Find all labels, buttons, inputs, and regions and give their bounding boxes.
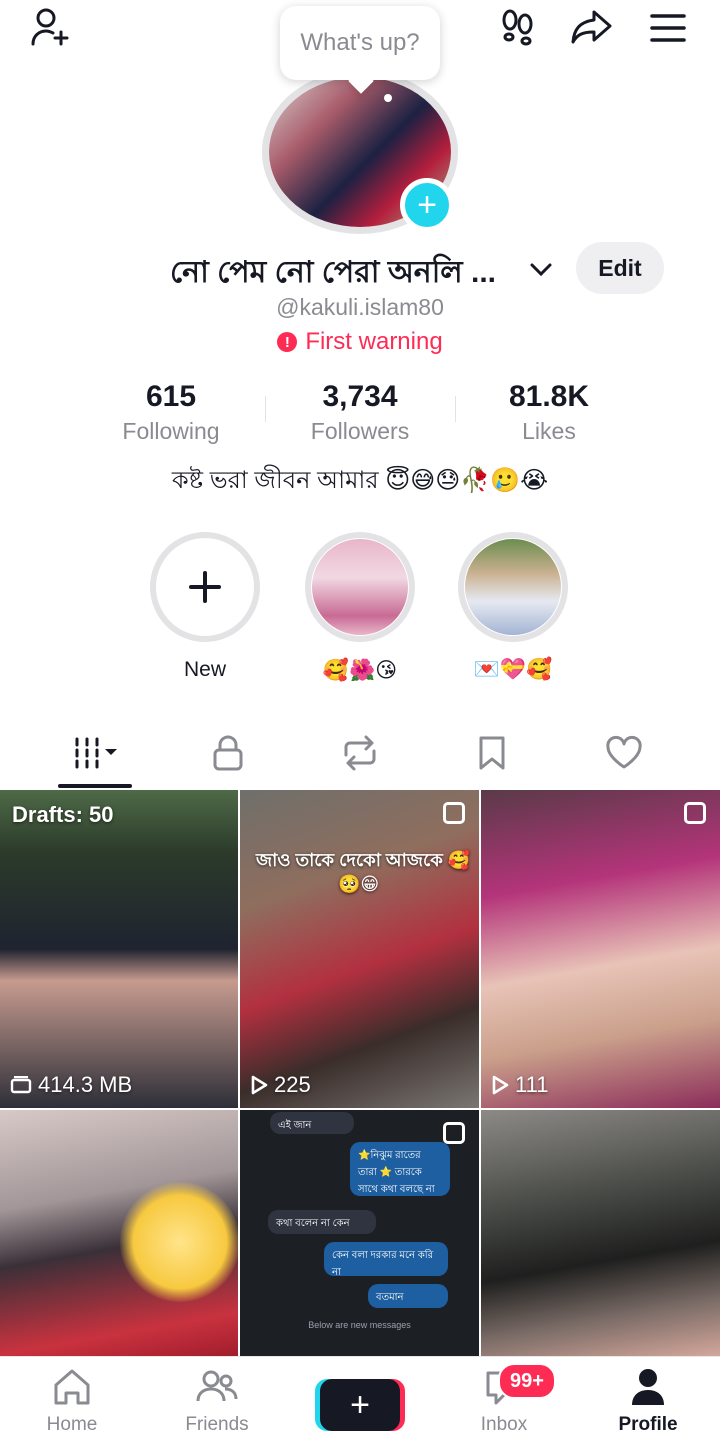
tab-liked[interactable] [594, 728, 654, 778]
nav-friends-label: Friends [185, 1414, 249, 1435]
view-count-text: 225 [274, 1072, 311, 1097]
highlight-new-button[interactable] [150, 532, 260, 642]
nav-friends[interactable]: Friends [157, 1367, 277, 1436]
nav-profile-label: Profile [618, 1414, 678, 1435]
multi-icon [443, 1122, 465, 1144]
profile-icon [632, 1369, 664, 1405]
drafts-size: 414.3 MB [10, 1072, 132, 1098]
following-count: 615 [145, 380, 197, 413]
username: @kakuli.islam80 [276, 294, 444, 320]
stat-following[interactable]: 615 Following [76, 380, 266, 445]
chat-message: ⭐নিঝুম রাতের তারা ⭐ তারকে সাথে কথা বলছে … [350, 1142, 450, 1196]
tab-videos[interactable] [64, 728, 134, 778]
multi-icon [684, 802, 706, 824]
video-thumbnail[interactable]: জাও তাকে দেকো আজকে 🥰 🥺😁 225 [240, 790, 479, 1108]
chevron-down-icon[interactable] [528, 258, 554, 285]
stat-followers[interactable]: 3,734 Followers [265, 380, 455, 445]
followers-label: Followers [310, 418, 410, 444]
nav-home[interactable]: Home [12, 1367, 132, 1436]
highlight-1[interactable] [305, 532, 415, 642]
footprints-icon[interactable] [496, 6, 540, 50]
highlight-label: New [183, 658, 226, 681]
repost-icon [344, 735, 376, 771]
stat-likes[interactable]: 81.8K Likes [454, 380, 644, 445]
plus-icon [189, 571, 221, 603]
video-thumbnail[interactable]: এই জান ⭐নিঝুম রাতের তারা ⭐ তারকে সাথে কথ… [240, 1110, 479, 1356]
warning-text: First warning [305, 328, 443, 355]
likes-label: Likes [522, 418, 576, 444]
nav-inbox-label: Inbox [480, 1414, 528, 1435]
create-button[interactable]: + [320, 1379, 400, 1431]
tab-private[interactable] [198, 728, 258, 778]
edit-button[interactable]: Edit [576, 242, 664, 294]
view-count: 111 [491, 1072, 548, 1098]
bottom-nav: Home Friends + Inbox 99+ Profile [0, 1356, 720, 1445]
warning-icon: ! [277, 332, 298, 352]
home-icon [54, 1369, 90, 1405]
warning-banner[interactable]: ! First warning [0, 328, 720, 356]
nav-home-label: Home [46, 1414, 98, 1435]
highlight-label: 🥰🌺😘 [322, 659, 398, 682]
highlight-2[interactable] [458, 532, 568, 642]
tab-saved[interactable] [462, 728, 522, 778]
share-icon[interactable] [570, 6, 614, 50]
flower-sticker [120, 1182, 238, 1302]
followers-count: 3,734 [322, 380, 398, 413]
video-thumbnail[interactable] [0, 1110, 238, 1356]
likes-count: 81.8K [508, 380, 590, 413]
chat-message: কেন বলা দরকার মনে করি না [324, 1242, 448, 1278]
video-caption: 🥺😁 [338, 874, 380, 894]
following-label: Following [122, 418, 220, 444]
drafts-label: Drafts: 50 [12, 802, 114, 827]
grid-icon [75, 737, 117, 769]
highlight-label: 💌💝🥰 [473, 658, 553, 681]
add-avatar-icon[interactable]: + [400, 178, 454, 232]
tab-reposts[interactable] [330, 728, 390, 778]
profile-name: নো পেম নো পেরা অনলি ... [170, 256, 496, 289]
storage-icon [10, 1076, 32, 1094]
view-count: 225 [250, 1072, 311, 1098]
multi-icon [443, 802, 465, 824]
play-icon [492, 1075, 509, 1095]
bubble-dot [384, 94, 392, 102]
lock-icon [213, 735, 243, 771]
chat-message: কথা বলেন না কেন [268, 1210, 376, 1234]
inbox-badge: 99+ [498, 1363, 556, 1399]
video-caption: জাও তাকে দেকো আজকে 🥰 [256, 850, 471, 870]
status-bubble[interactable]: What's up? [280, 6, 440, 80]
bookmark-icon [479, 736, 505, 770]
add-friend-icon[interactable] [28, 6, 72, 50]
play-icon [251, 1075, 268, 1095]
video-thumbnail[interactable]: 111 [481, 790, 720, 1108]
tab-indicator [58, 784, 132, 788]
highlight-thumb [465, 539, 561, 635]
chat-message: বতমান [368, 1284, 448, 1308]
drafts-cell[interactable]: Drafts: 50 414.3 MB [0, 790, 238, 1108]
status-bubble-text: What's up? [300, 29, 420, 56]
drafts-size-text: 414.3 MB [38, 1072, 133, 1097]
bio: কষ্ট ভরা জীবন আমার 😇😅😓🥀🥲😭 [171, 467, 549, 494]
view-count-text: 111 [515, 1072, 549, 1097]
chat-message: এই জান [270, 1112, 354, 1134]
menu-icon[interactable] [646, 6, 690, 50]
nav-profile[interactable]: Profile [588, 1367, 708, 1436]
new-messages-label: Below are new messages [308, 1320, 411, 1330]
video-thumbnail[interactable] [481, 1110, 720, 1356]
highlight-thumb [312, 539, 408, 635]
friends-icon [196, 1370, 238, 1402]
heart-icon [606, 735, 642, 769]
